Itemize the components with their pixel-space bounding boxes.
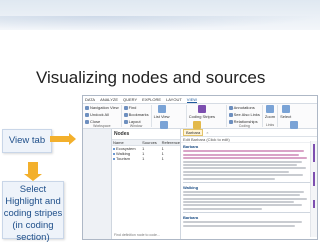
document-tab[interactable]: Barbara xyxy=(183,129,204,136)
undock-icon xyxy=(85,112,89,117)
list-view-icon xyxy=(157,105,166,113)
tab-data[interactable]: DATA xyxy=(85,97,95,102)
undock-all-button[interactable]: Undock All xyxy=(85,112,119,117)
select-highlight-callout-text: Select Highlight and coding stripes (in … xyxy=(3,184,63,243)
nodes-pane-title: Nodes xyxy=(114,131,130,137)
ribbon-group-workspace: Navigation View Undock All Close Workspa… xyxy=(85,105,122,128)
detail-view-icon xyxy=(159,121,168,129)
tab-view[interactable]: VIEW xyxy=(186,97,198,103)
close-icon[interactable]: × xyxy=(206,130,208,135)
bookmark-icon xyxy=(123,112,128,117)
workspace: Nodes Name Sources References Ecosystem … xyxy=(83,129,317,239)
section-heading: Barbara xyxy=(183,214,199,220)
zoom-button[interactable]: Zoom xyxy=(265,105,275,119)
ribbon-group-label: Window xyxy=(129,124,143,128)
ribbon-group-reference: Select Reference View Reference xyxy=(280,105,315,139)
column-header-name[interactable]: Name xyxy=(112,140,141,145)
coding-stripes-panel[interactable] xyxy=(310,141,317,237)
ribbon-group-label: Links xyxy=(265,123,275,127)
select-button[interactable]: Select xyxy=(280,105,291,119)
tab-explore[interactable]: EXPLORE xyxy=(142,97,161,102)
reference-icon xyxy=(290,121,299,129)
find-icon xyxy=(123,105,128,110)
ribbon-group-coding: Annotations See Also Links Relationships… xyxy=(228,105,263,128)
slide-title: Visualizing nodes and sources xyxy=(36,68,266,87)
coding-stripes-icon xyxy=(197,105,206,113)
node-icon xyxy=(113,158,115,160)
detail-view-pane: Barbara × Edit Barbara (Click to edit) B… xyxy=(181,129,317,239)
nodes-status-text: Find definition node to code... xyxy=(114,233,160,237)
tab-query[interactable]: QUERY xyxy=(123,97,137,102)
ribbon-group-window: Find Bookmarks Layout Window xyxy=(123,105,152,128)
table-row[interactable]: Tourism 1 1 xyxy=(112,156,180,161)
column-header-sources[interactable]: Sources xyxy=(141,140,160,145)
layout-icon xyxy=(123,119,128,124)
section-heading: Walking xyxy=(183,184,199,190)
ribbon-group-label: Coding xyxy=(238,124,250,128)
navigation-pane[interactable] xyxy=(83,129,112,239)
annotations-button[interactable]: Annotations xyxy=(228,105,260,110)
coding-stripe[interactable] xyxy=(313,172,315,186)
nodes-list-pane: Nodes Name Sources References Ecosystem … xyxy=(112,129,181,239)
find-button[interactable]: Find xyxy=(123,105,149,110)
annotation-icon xyxy=(228,105,233,110)
view-tab-callout-text: View tab xyxy=(8,135,46,146)
zoom-icon xyxy=(266,105,274,113)
node-icon xyxy=(113,148,115,150)
column-header-references[interactable]: References xyxy=(161,140,180,145)
ribbon-tab-strip: DATA ANALYZE QUERY EXPLORE LAYOUT VIEW xyxy=(83,96,317,104)
coding-stripe[interactable] xyxy=(313,144,315,162)
link-icon xyxy=(228,112,233,117)
ribbon: Navigation View Undock All Close Workspa… xyxy=(83,104,317,139)
navigation-icon xyxy=(85,105,89,110)
select-highlight-callout: Select Highlight and coding stripes (in … xyxy=(2,181,64,243)
nvivo-window: DATA ANALYZE QUERY EXPLORE LAYOUT VIEW N… xyxy=(82,95,318,240)
down-arrow-icon xyxy=(24,162,42,181)
nodes-table-header: Name Sources References xyxy=(112,139,180,146)
tab-analyze[interactable]: ANALYZE xyxy=(100,97,118,102)
navigation-view-button[interactable]: Navigation View xyxy=(85,105,119,110)
tab-layout[interactable]: LAYOUT xyxy=(166,97,182,102)
slide-header-band xyxy=(0,0,320,30)
coding-stripes-button[interactable]: Coding Stripes xyxy=(189,105,215,119)
close-icon xyxy=(85,119,89,124)
highlight-icon xyxy=(192,121,201,129)
select-icon xyxy=(281,105,290,113)
right-arrow-icon xyxy=(50,133,76,145)
bookmarks-button[interactable]: Bookmarks xyxy=(123,112,149,117)
section-heading: Barbara xyxy=(183,144,199,149)
document-text[interactable]: Barbara Walking Barbara xyxy=(181,143,317,229)
node-icon xyxy=(113,153,115,155)
list-view-button[interactable]: List View xyxy=(154,105,170,119)
ribbon-group-detail-view: Coding Stripes Highlight Detail View xyxy=(189,105,227,139)
ribbon-group-label: Workspace xyxy=(93,124,111,128)
ribbon-group-links: Zoom Links xyxy=(265,105,279,127)
detail-tab-strip: Barbara × xyxy=(181,129,317,137)
coding-stripe[interactable] xyxy=(313,200,315,208)
view-tab-callout: View tab xyxy=(2,129,52,153)
see-also-links-button[interactable]: See Also Links xyxy=(228,112,260,117)
relationship-icon xyxy=(228,119,233,124)
ribbon-group-list-view: List View Detail View List View xyxy=(154,105,187,139)
